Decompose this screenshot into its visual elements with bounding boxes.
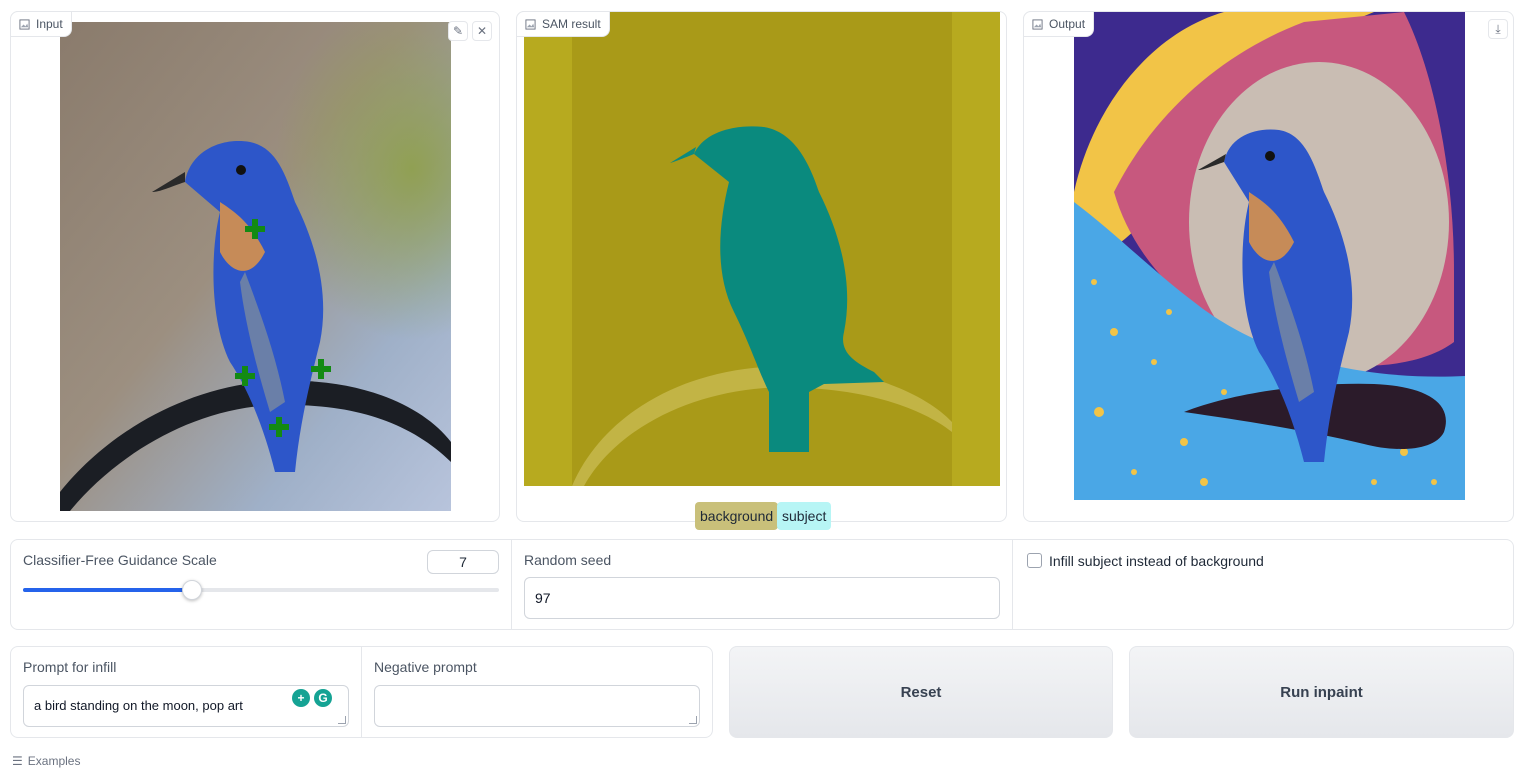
image-icon xyxy=(525,18,536,30)
output-panel-label: Output xyxy=(1023,11,1095,37)
output-image-panel: Output ⤓ xyxy=(1023,11,1514,522)
point-marker[interactable] xyxy=(311,359,331,379)
resize-handle[interactable] xyxy=(338,716,346,724)
guidance-scale-block: Classifier-Free Guidance Scale 7 xyxy=(11,540,512,629)
random-seed-label: Random seed xyxy=(524,552,612,568)
output-image xyxy=(1074,12,1465,500)
legend-subject: subject xyxy=(777,502,832,530)
guidance-scale-fill xyxy=(23,588,192,592)
guidance-scale-label: Classifier-Free Guidance Scale xyxy=(23,552,217,568)
negative-prompt-textarea[interactable] xyxy=(374,685,700,727)
reset-button[interactable]: Reset xyxy=(729,646,1113,738)
grammar-assist-icon[interactable]: + xyxy=(292,689,310,707)
guidance-scale-input[interactable]: 7 xyxy=(427,550,499,574)
guidance-scale-thumb[interactable] xyxy=(182,580,202,600)
sam-panel-label: SAM result xyxy=(516,11,610,37)
examples-header[interactable]: ☰ Examples xyxy=(12,754,80,768)
prompt-textarea[interactable]: a bird standing on the moon, pop art + G xyxy=(23,685,349,727)
prompt-row: Prompt for infill a bird standing on the… xyxy=(10,646,713,738)
infill-subject-block: Infill subject instead of background xyxy=(1013,540,1513,629)
list-icon: ☰ xyxy=(12,754,23,768)
image-icon xyxy=(1032,18,1043,30)
close-icon[interactable]: ✕ xyxy=(472,21,492,41)
random-seed-block: Random seed 97 xyxy=(512,540,1013,629)
pencil-icon[interactable]: ✎ xyxy=(448,21,468,41)
download-icon[interactable]: ⤓ xyxy=(1488,19,1508,39)
resize-handle[interactable] xyxy=(689,716,697,724)
point-marker[interactable] xyxy=(269,417,289,437)
grammarly-icon[interactable]: G xyxy=(314,689,332,707)
image-icon xyxy=(19,18,30,30)
run-inpaint-button[interactable]: Run inpaint xyxy=(1129,646,1514,738)
point-marker[interactable] xyxy=(235,366,255,386)
sam-label-text: SAM result xyxy=(542,17,601,31)
point-marker[interactable] xyxy=(245,219,265,239)
input-image-panel: Input ✎ ✕ xyxy=(10,11,500,522)
input-panel-label: Input xyxy=(10,11,72,37)
prompt-divider xyxy=(361,647,362,737)
sam-result-panel: SAM result background subject xyxy=(516,11,1007,530)
prompt-label: Prompt for infill xyxy=(23,659,117,675)
prompt-text: a bird standing on the moon, pop art xyxy=(34,698,243,713)
controls-row: Classifier-Free Guidance Scale 7 Random … xyxy=(10,539,1514,630)
legend-background: background xyxy=(695,502,779,530)
output-label-text: Output xyxy=(1049,17,1086,31)
input-image[interactable] xyxy=(60,22,451,511)
negative-prompt-label: Negative prompt xyxy=(374,659,477,675)
sam-mask-image xyxy=(524,12,1000,486)
input-label-text: Input xyxy=(36,17,63,31)
infill-subject-checkbox[interactable] xyxy=(1027,553,1042,568)
infill-subject-label[interactable]: Infill subject instead of background xyxy=(1049,553,1264,569)
examples-label: Examples xyxy=(27,754,81,768)
random-seed-input[interactable]: 97 xyxy=(524,577,1000,619)
